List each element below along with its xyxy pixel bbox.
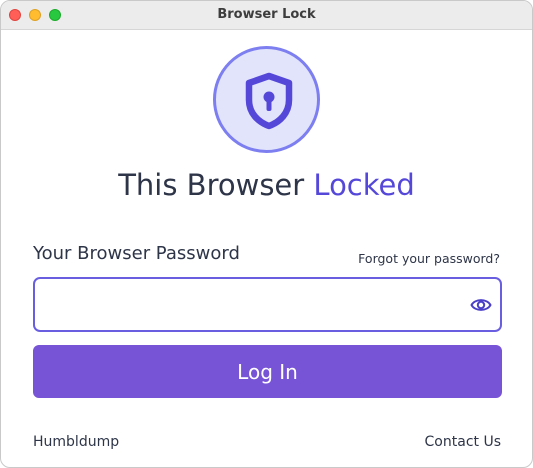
password-input[interactable] <box>45 287 469 324</box>
login-button[interactable]: Log In <box>33 345 502 398</box>
locked-heading: This Browser Locked <box>1 168 532 202</box>
password-label: Your Browser Password <box>33 243 240 264</box>
forgot-password-link[interactable]: Forgot your password? <box>358 251 500 266</box>
heading-accent: Locked <box>313 168 415 202</box>
shield-keyhole-icon <box>245 72 293 130</box>
title-bar: Browser Lock <box>1 1 532 30</box>
heading-text: This Browser <box>118 168 305 202</box>
eye-icon[interactable] <box>470 295 492 315</box>
password-field[interactable] <box>33 277 502 332</box>
lock-badge <box>213 46 320 153</box>
browser-lock-window: Browser Lock This Browser Locked Your Br… <box>0 0 533 468</box>
contact-us-link[interactable]: Contact Us <box>425 434 501 450</box>
footer-brand: Humbldump <box>33 434 120 450</box>
window-title: Browser Lock <box>217 7 316 22</box>
